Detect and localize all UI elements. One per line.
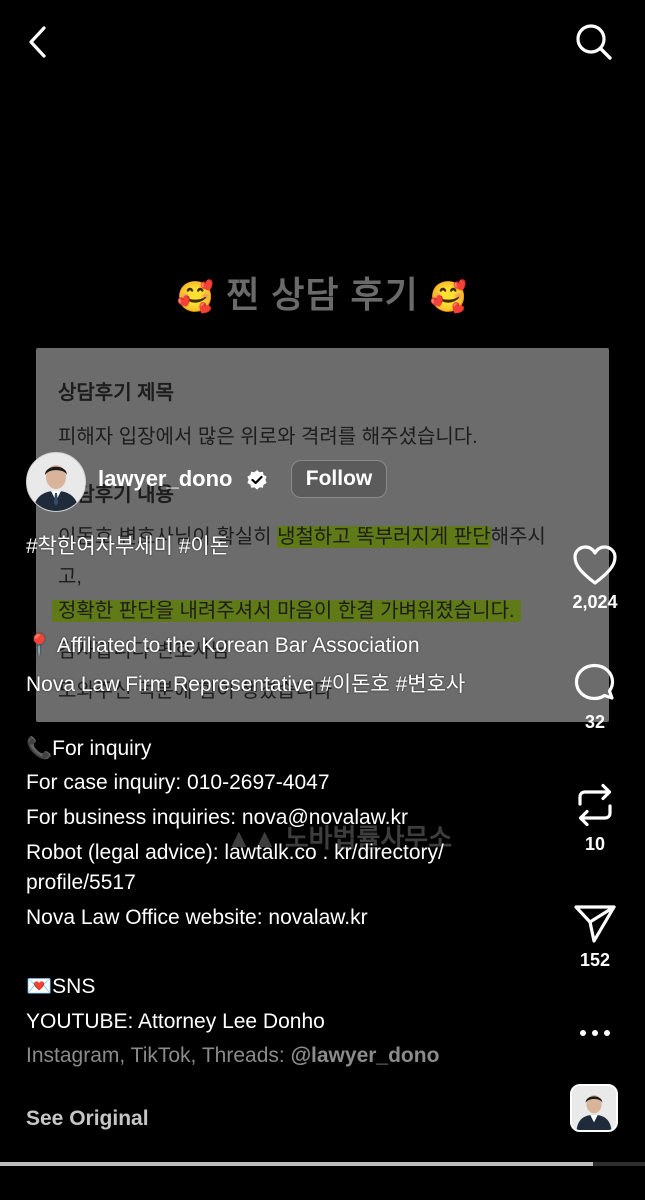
highlight: 정확한 판단을 내려주셔서 마음이 한결 가벼워졌습니다. [52, 600, 521, 622]
follow-button[interactable]: Follow [291, 460, 387, 498]
share-count: 152 [579, 950, 611, 970]
caption-line: Instagram, TikTok, Threads: @lawyer_dono [26, 1044, 440, 1067]
caption-line: YOUTUBE: Attorney Lee Donho [26, 1010, 325, 1033]
caption-line: For case inquiry: 010-2697-4047 [26, 771, 330, 794]
caption-line: Robot (legal advice): lawtalk.co . kr/di… [26, 841, 444, 864]
comment-bubble-icon [574, 663, 615, 701]
smiling-hearts-emoji: 🥰 [176, 280, 216, 314]
comment-count: 32 [584, 712, 606, 732]
highlight: 냉철하고 똑부러지게 판단 [277, 526, 491, 548]
caption-line: 💌SNS [26, 975, 96, 998]
heart-icon [573, 545, 617, 585]
caption-line: 📍 Affiliated to the Korean Bar Associati… [26, 634, 420, 657]
person-avatar-icon [572, 1086, 616, 1130]
chevron-left-icon [29, 26, 46, 58]
smiling-hearts-emoji: 🥰 [429, 280, 469, 314]
video-title: 🥰 찐 상담 후기 🥰 [0, 266, 645, 318]
repost-button[interactable]: 10 [566, 782, 624, 855]
send-icon [574, 905, 616, 943]
person-avatar-icon [27, 453, 85, 511]
repost-icon [578, 783, 612, 827]
caption-line: profile/5517 [26, 871, 136, 894]
card-line: 고, [58, 566, 82, 588]
caption-hashtags[interactable]: #착한여자부세미 #이돈 [26, 530, 229, 560]
more-dots-icon [580, 1030, 610, 1036]
author-avatar[interactable] [26, 452, 86, 512]
author-username[interactable]: lawyer_dono [98, 466, 232, 492]
share-button[interactable]: 152 [566, 902, 624, 971]
back-button[interactable] [16, 20, 60, 64]
verified-badge-icon [247, 470, 267, 490]
more-options-button[interactable] [566, 1020, 624, 1046]
caption-line: For business inquiries: nova@novalaw.kr [26, 806, 408, 829]
instagram-handle-link[interactable]: @lawyer_dono [291, 1044, 440, 1067]
search-icon [576, 24, 612, 60]
see-original-button[interactable]: See Original [26, 1107, 149, 1131]
card-line: 피해자 입장에서 많은 위로와 격려를 해주셨습니다. [58, 426, 478, 448]
comment-button[interactable]: 32 [566, 662, 624, 733]
caption-line: Nova Law Office website: novalaw.kr [26, 906, 368, 929]
caption-line: 📞For inquiry [26, 737, 152, 760]
video-progress-fill [0, 1162, 594, 1166]
card-line: 정확한 판단을 내려주셔서 마음이 한결 가벼워졌습니다. [52, 594, 521, 623]
like-count: 2,024 [572, 592, 618, 612]
caption-line: Nova Law Firm Representative #이돈호 #변호사 [26, 673, 466, 696]
audio-source-avatar[interactable] [570, 1084, 618, 1132]
card-heading: 상담후기 제목 [58, 382, 174, 404]
video-title-text: 찐 상담 후기 [226, 274, 419, 315]
search-button[interactable] [572, 20, 616, 64]
like-button[interactable]: 2,024 [566, 544, 624, 613]
repost-count: 10 [584, 834, 606, 854]
